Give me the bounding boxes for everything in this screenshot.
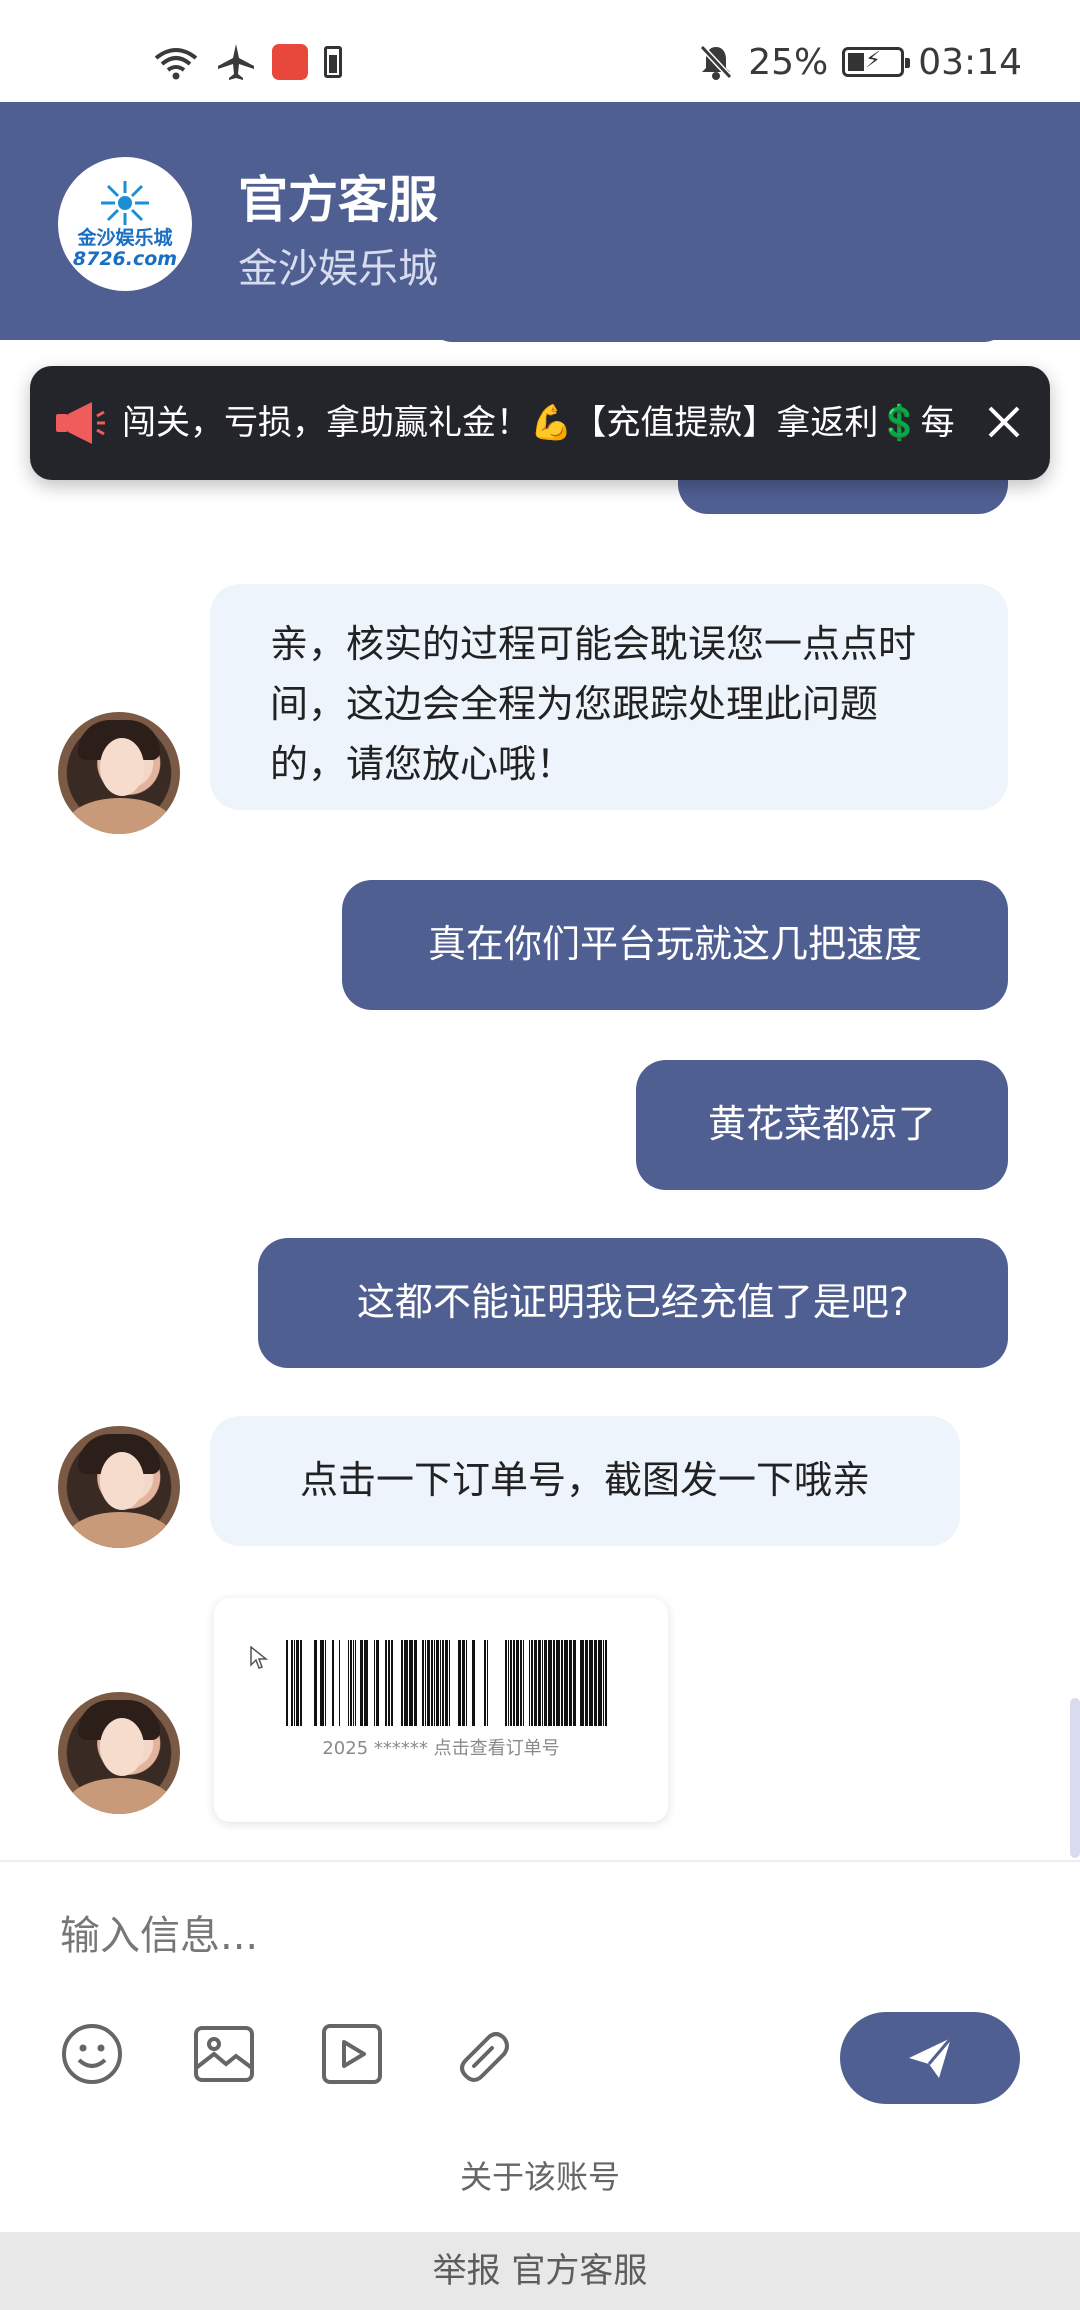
mouse-cursor-icon — [250, 1646, 268, 1669]
logo-text: 金沙娱乐城 — [77, 227, 173, 249]
chat-scrollbar[interactable] — [1070, 1698, 1080, 1858]
about-account-link[interactable]: 关于该账号 — [0, 2152, 1080, 2198]
chat-header: 金沙娱乐城 8726.com 官方客服 金沙娱乐城 — [0, 102, 1080, 340]
status-left — [152, 36, 342, 88]
header-title: 官方客服 — [238, 171, 438, 229]
status-bar: 25% ⚡ 03:14 — [0, 0, 1080, 102]
message-text: 黄花菜都凉了 — [707, 1102, 936, 1146]
video-icon[interactable] — [320, 2022, 384, 2086]
image-icon[interactable] — [192, 2022, 256, 2086]
message-bubble-incoming[interactable]: 亲，核实的过程可能会耽误您一点点时间，这边会全程为您跟踪处理此问题的，请您放心哦… — [210, 584, 1008, 810]
message-text: 点击一下订单号，截图发一下哦亲 — [299, 1458, 870, 1502]
message-bubble-outgoing[interactable]: 黄花菜都凉了 — [636, 1060, 1008, 1190]
message-text: 这都不能证明我已经充值了是吧? — [356, 1280, 910, 1324]
announcement-bar[interactable]: 闯关，亏损，拿助赢礼金！💪【充值提款】拿返利💲每 — [30, 366, 1050, 480]
agent-avatar[interactable] — [58, 1692, 180, 1814]
message-text: 真在你们平台玩就这几把速度 — [427, 922, 922, 966]
sun-logo-icon — [101, 181, 149, 225]
emoji-icon[interactable] — [60, 2022, 124, 2086]
battery-small-icon — [324, 46, 342, 78]
report-bar[interactable]: 举报 官方客服 — [0, 2232, 1080, 2310]
message-input[interactable] — [60, 1896, 1020, 1976]
logo-url: 8726.com — [72, 248, 178, 270]
charging-battery-icon: ⚡ — [842, 47, 911, 77]
message-text: 亲，核实的过程可能会耽误您一点点时间，这边会全程为您跟踪处理此问题的，请您放心哦… — [270, 622, 917, 786]
close-icon[interactable] — [984, 402, 1024, 442]
message-bubble-outgoing[interactable]: 这都不能证明我已经充值了是吧? — [258, 1238, 1008, 1368]
order-number-card[interactable]: 2025 ****** 点击查看订单号 — [214, 1598, 668, 1822]
status-right: 25% ⚡ 03:14 — [698, 36, 1022, 88]
agent-avatar[interactable] — [58, 712, 180, 834]
wifi-icon — [154, 48, 198, 80]
attachment-icon[interactable] — [448, 2022, 512, 2086]
agent-avatar[interactable] — [58, 1426, 180, 1548]
header-subtitle: 金沙娱乐城 — [238, 246, 438, 292]
composer: 关于该账号 — [0, 1860, 1080, 2232]
huawei-app-icon — [272, 44, 308, 80]
battery-percent: 25% — [748, 41, 829, 83]
chat-messages[interactable]: 亲，核实的过程可能会耽误您一点点时间，这边会全程为您跟踪处理此问题的，请您放心哦… — [0, 340, 1080, 1860]
message-bubble-outgoing-partial[interactable] — [428, 340, 1008, 342]
clock: 03:14 — [918, 41, 1022, 83]
message-bubble-outgoing[interactable]: 真在你们平台玩就这几把速度 — [342, 880, 1008, 1010]
order-caption: 2025 ****** 点击查看订单号 — [322, 1738, 560, 1759]
send-icon — [909, 2037, 953, 2078]
airplane-icon — [218, 44, 254, 80]
message-bubble-incoming[interactable]: 点击一下订单号，截图发一下哦亲 — [210, 1416, 960, 1546]
send-button[interactable] — [840, 2012, 1020, 2104]
mute-bell-icon — [700, 44, 733, 80]
announcement-text: 闯关，亏损，拿助赢礼金！💪【充值提款】拿返利💲每 — [122, 403, 955, 443]
barcode-image — [286, 1640, 607, 1726]
megaphone-icon — [56, 402, 105, 444]
brand-logo[interactable]: 金沙娱乐城 8726.com — [58, 157, 192, 291]
